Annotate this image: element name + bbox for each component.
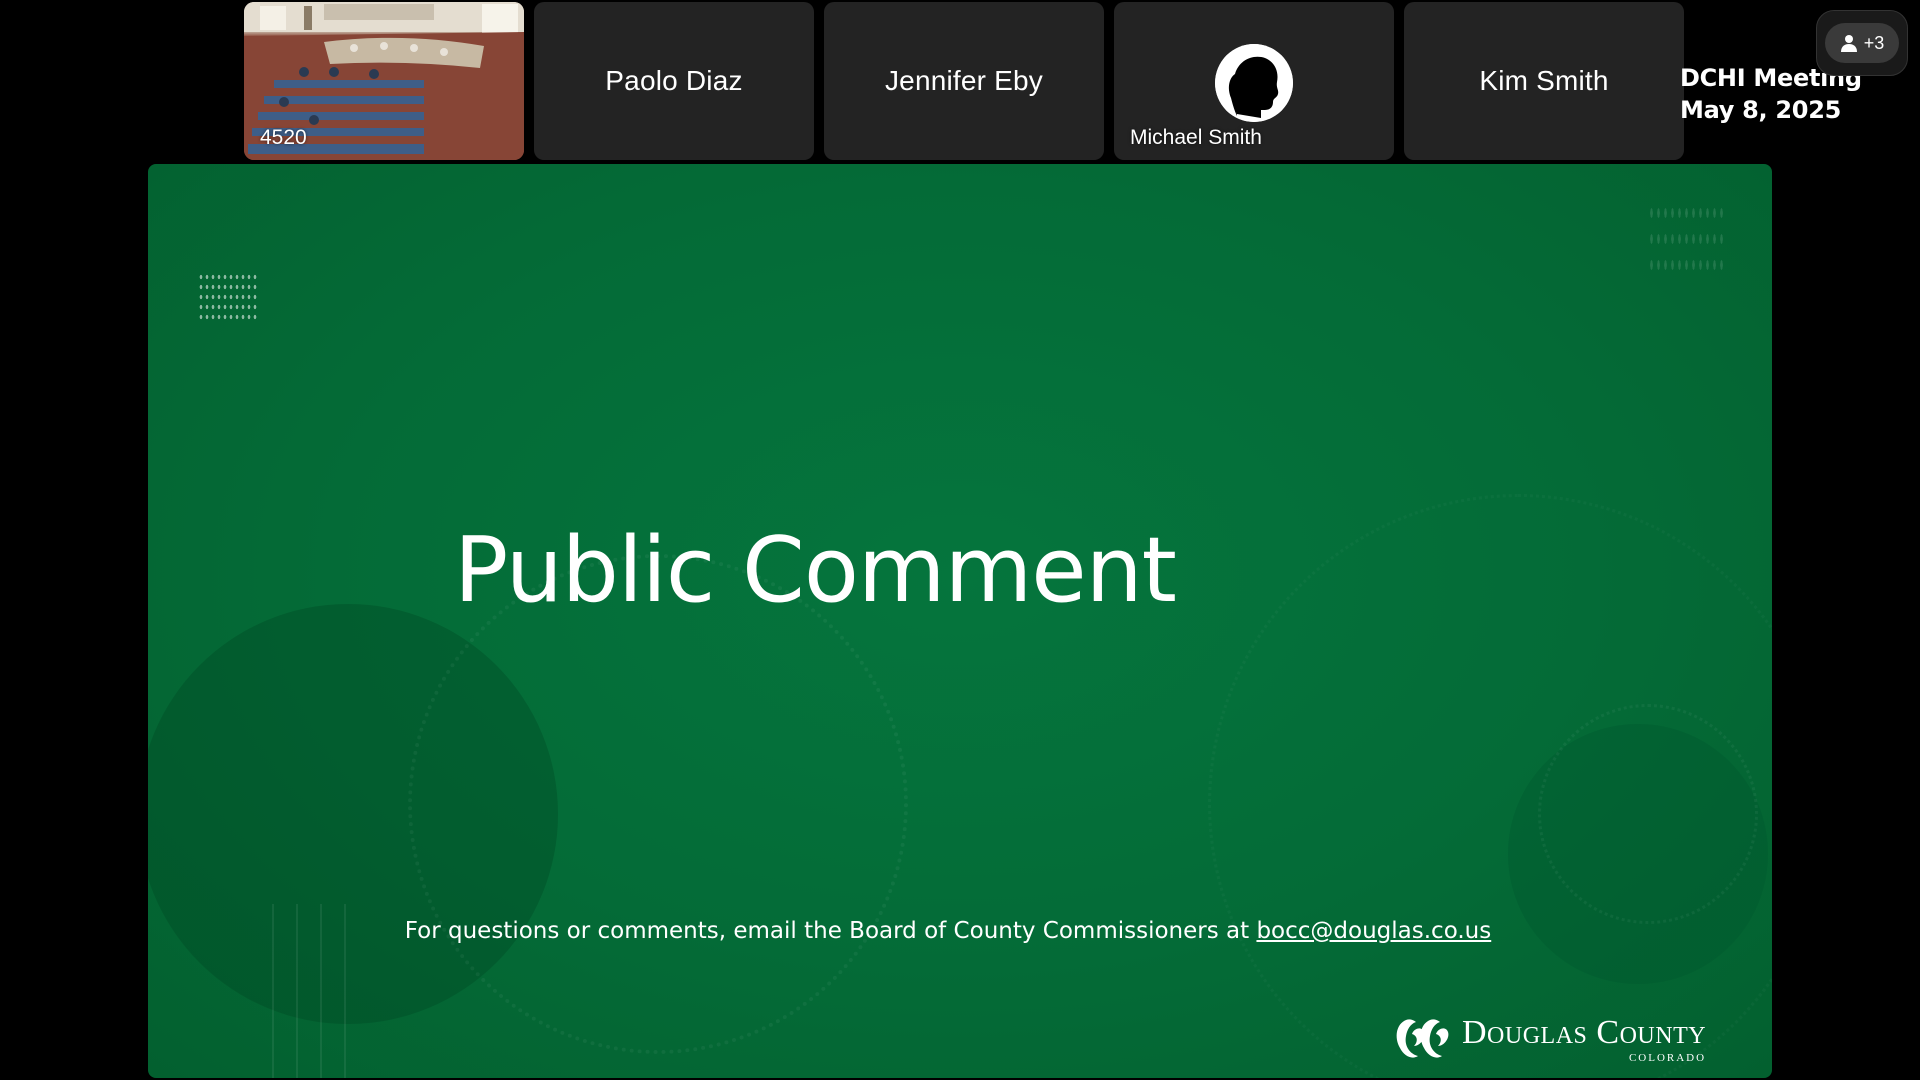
participant-tile-kim-smith[interactable]: Kim Smith bbox=[1404, 2, 1684, 160]
slide-title: Public Comment bbox=[454, 518, 1177, 623]
email-link[interactable]: bocc@douglas.co.us bbox=[1256, 918, 1491, 944]
decorative-dots bbox=[198, 272, 258, 320]
person-icon bbox=[1840, 35, 1857, 52]
meeting-window: 4520 Paolo Diaz Jennifer Eby Michael Smi… bbox=[0, 0, 1920, 1080]
participant-tile-paolo-diaz[interactable]: Paolo Diaz bbox=[534, 2, 814, 160]
participant-tile-michael-smith[interactable]: Michael Smith bbox=[1114, 2, 1394, 160]
decorative-dots-right bbox=[1648, 200, 1724, 278]
profile-silhouette-icon bbox=[1215, 44, 1293, 122]
participant-tile-jennifer-eby[interactable]: Jennifer Eby bbox=[824, 2, 1104, 160]
participant-name: Paolo Diaz bbox=[605, 65, 743, 96]
participant-name: Jennifer Eby bbox=[884, 65, 1044, 96]
more-participants-button[interactable]: +3 bbox=[1816, 10, 1908, 76]
participant-tile-video[interactable]: 4520 bbox=[244, 2, 524, 160]
more-participants-count: +3 bbox=[1863, 32, 1885, 53]
slide-footer-text: For questions or comments, email the Boa… bbox=[404, 918, 1257, 944]
slide-footer: For questions or comments, email the Boa… bbox=[148, 918, 1772, 944]
participant-name: 4520 bbox=[260, 126, 307, 149]
avatar bbox=[1215, 44, 1293, 122]
participant-name: Kim Smith bbox=[1479, 65, 1609, 96]
decorative-ring-right bbox=[1538, 704, 1758, 924]
logo-sub-text: COLORADO bbox=[1628, 1052, 1707, 1064]
participant-strip: 4520 Paolo Diaz Jennifer Eby Michael Smi… bbox=[244, 2, 1684, 160]
logo-main-text: Douglas County bbox=[1462, 1014, 1707, 1051]
participant-name: Michael Smith bbox=[1130, 126, 1262, 149]
decorative-ring bbox=[408, 554, 908, 1054]
logo-wordmark: Douglas County COLORADO bbox=[1462, 1014, 1707, 1065]
meeting-date: May 8, 2025 bbox=[1680, 96, 1842, 124]
shared-slide: Public Comment For questions or comments… bbox=[148, 164, 1772, 1078]
douglas-county-logo-icon bbox=[1396, 1019, 1449, 1058]
more-participants-pill: +3 bbox=[1825, 23, 1899, 63]
douglas-county-logo: Douglas County COLORADO bbox=[1392, 1016, 1706, 1066]
